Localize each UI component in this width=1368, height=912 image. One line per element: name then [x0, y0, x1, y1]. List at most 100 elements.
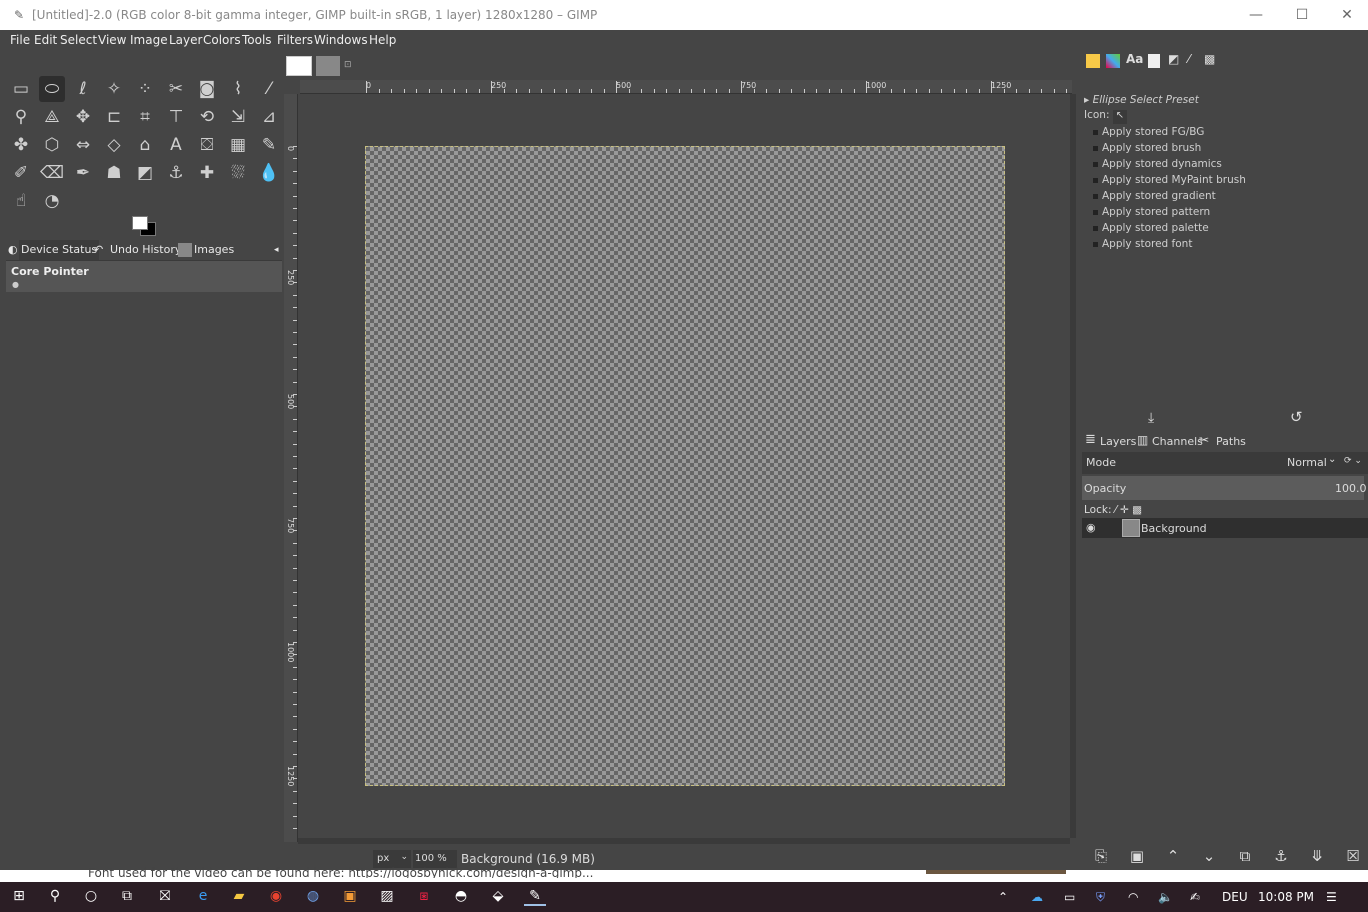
- rect-select-icon[interactable]: ▭: [8, 76, 34, 102]
- cortana-icon[interactable]: ○: [80, 888, 102, 906]
- chrome-icon[interactable]: ◉: [265, 888, 287, 906]
- new-layer-group-icon[interactable]: ▣: [1126, 847, 1148, 867]
- onedrive-icon[interactable]: ☁: [1031, 890, 1043, 904]
- search-icon[interactable]: ⚲: [44, 888, 66, 906]
- lower-layer-icon[interactable]: ⌄: [1198, 847, 1220, 867]
- dock-menu-icon[interactable]: ◂: [274, 240, 279, 260]
- tool-options-tab-icon[interactable]: [1086, 54, 1100, 68]
- merge-layer-icon[interactable]: ⤋: [1306, 847, 1328, 867]
- horizontal-scrollbar[interactable]: [298, 838, 1070, 844]
- preset-item[interactable]: Apply stored dynamics: [1093, 158, 1222, 170]
- bucket-fill-icon[interactable]: ⛋: [194, 132, 220, 158]
- menu-view[interactable]: View: [98, 33, 126, 47]
- store-icon[interactable]: ⛝: [154, 888, 176, 906]
- battery-icon[interactable]: ▭: [1064, 890, 1075, 904]
- clock[interactable]: 10:08 PM: [1258, 890, 1314, 904]
- move-icon[interactable]: ✥: [70, 104, 96, 130]
- eraser-icon[interactable]: ⌫: [39, 160, 65, 186]
- measure-icon[interactable]: ⟁: [39, 104, 65, 130]
- anchor-layer-icon[interactable]: ⚓: [1270, 847, 1292, 867]
- pencil-icon[interactable]: ✎: [256, 132, 282, 158]
- ink-icon[interactable]: ☗: [101, 160, 127, 186]
- tab-layers[interactable]: Layers: [1100, 435, 1136, 448]
- layer-row[interactable]: ◉ Background: [1082, 518, 1368, 538]
- gradient-icon[interactable]: ▦: [225, 132, 251, 158]
- preset-item[interactable]: Apply stored FG/BG: [1093, 126, 1204, 138]
- image-canvas[interactable]: [365, 146, 1005, 786]
- menu-image[interactable]: Image: [130, 33, 168, 47]
- eye-icon[interactable]: ◉: [1086, 521, 1096, 534]
- align-icon[interactable]: ⊏: [101, 104, 127, 130]
- minimize-button[interactable]: —: [1233, 0, 1279, 30]
- image-tab-white[interactable]: [286, 56, 312, 76]
- select-by-color-icon[interactable]: ⁘: [132, 76, 158, 102]
- unified-transform-icon[interactable]: ⊤: [163, 104, 189, 130]
- shear-icon[interactable]: ⊿: [256, 104, 282, 130]
- preset-item[interactable]: Apply stored brush: [1093, 142, 1201, 154]
- colors-tab-icon[interactable]: [1106, 54, 1120, 68]
- tab-device-status[interactable]: Device Status: [19, 240, 100, 260]
- menu-colors[interactable]: Colors: [203, 33, 241, 47]
- menu-tools[interactable]: Tools: [242, 33, 272, 47]
- vertical-scrollbar[interactable]: [1070, 94, 1076, 838]
- filezilla-icon[interactable]: ▣: [339, 888, 361, 906]
- patterns-tab-icon[interactable]: ▩: [1204, 52, 1215, 66]
- scale-icon[interactable]: ⇲: [225, 104, 251, 130]
- clone-icon[interactable]: ⚓: [163, 160, 189, 186]
- heal-icon[interactable]: ✚: [194, 160, 220, 186]
- inkscape-icon[interactable]: ◓: [450, 888, 472, 906]
- edge-icon[interactable]: e: [192, 888, 214, 906]
- menu-windows[interactable]: Windows: [314, 33, 368, 47]
- preset-item[interactable]: Apply stored MyPaint brush: [1093, 174, 1246, 186]
- brushes-tab-icon[interactable]: ⁄: [1188, 52, 1190, 66]
- rotate-icon[interactable]: ⟲: [194, 104, 220, 130]
- tray-chevron-up-icon[interactable]: ⌃: [998, 890, 1008, 904]
- paintbrush-icon[interactable]: ✐: [8, 160, 34, 186]
- fuzzy-select-icon[interactable]: ✧: [101, 76, 127, 102]
- handle-transform-icon[interactable]: ⬡: [39, 132, 65, 158]
- perspective-icon[interactable]: ⌂: [132, 132, 158, 158]
- tab-channels[interactable]: Channels: [1152, 435, 1203, 448]
- document-tab-icon[interactable]: [1148, 54, 1160, 68]
- image-tab-transparent[interactable]: [316, 56, 340, 76]
- language-indicator[interactable]: DEU: [1222, 890, 1248, 904]
- pen-icon[interactable]: ✍: [1190, 890, 1200, 904]
- perspective-clone-icon[interactable]: ⛆: [225, 160, 251, 186]
- opacity-slider[interactable]: Opacity 100.0: [1082, 476, 1367, 500]
- cage-icon[interactable]: ⇔: [70, 132, 96, 158]
- menu-help[interactable]: Help: [369, 33, 396, 47]
- windows-start-icon[interactable]: ⊞: [8, 888, 30, 906]
- scissors-icon[interactable]: ✂: [163, 76, 189, 102]
- new-layer-icon[interactable]: ⎘: [1090, 847, 1112, 867]
- wifi-icon[interactable]: ◠: [1128, 890, 1138, 904]
- tab-paths[interactable]: Paths: [1216, 435, 1246, 448]
- mypaint-brush-icon[interactable]: ◩: [132, 160, 158, 186]
- notifications-icon[interactable]: ☰: [1326, 890, 1337, 904]
- volume-icon[interactable]: 🔈: [1158, 890, 1173, 904]
- close-button[interactable]: ✕: [1324, 0, 1368, 30]
- paths-icon[interactable]: ⌇: [225, 76, 251, 102]
- ellipse-select-icon[interactable]: ⬭: [39, 76, 65, 102]
- delete-layer-icon[interactable]: ☒: [1342, 847, 1364, 867]
- file-explorer-icon[interactable]: ▰: [228, 888, 250, 906]
- color-picker-icon[interactable]: ⁄: [256, 76, 282, 102]
- zoom-icon[interactable]: ⚲: [8, 104, 34, 130]
- lock-pixels-icon[interactable]: ⁄: [1115, 504, 1117, 516]
- tab-undo-history[interactable]: Undo History: [110, 240, 181, 260]
- lock-alpha-icon[interactable]: ▩: [1132, 504, 1142, 516]
- foxit-icon[interactable]: ⧆: [413, 888, 435, 906]
- task-view-icon[interactable]: ⧉: [116, 888, 138, 906]
- pointer-icon[interactable]: ↖: [1112, 110, 1127, 124]
- menu-layer[interactable]: Layer: [169, 33, 202, 47]
- raise-layer-icon[interactable]: ⌃: [1162, 847, 1184, 867]
- mode-switch-icon[interactable]: ⟳ ⌄: [1344, 456, 1362, 466]
- menu-filters[interactable]: Filters: [277, 33, 313, 47]
- gimp-taskbar-icon[interactable]: ✎: [524, 888, 546, 906]
- crop-icon[interactable]: ⌗: [132, 104, 158, 130]
- mode-row[interactable]: Mode Normal ⌄ ⟳ ⌄: [1082, 452, 1368, 474]
- photos-icon[interactable]: ▨: [376, 888, 398, 906]
- menu-file[interactable]: File: [10, 33, 30, 47]
- tab-images[interactable]: Images: [194, 240, 234, 260]
- flip-icon[interactable]: ◇: [101, 132, 127, 158]
- blur-icon[interactable]: 💧: [256, 160, 282, 186]
